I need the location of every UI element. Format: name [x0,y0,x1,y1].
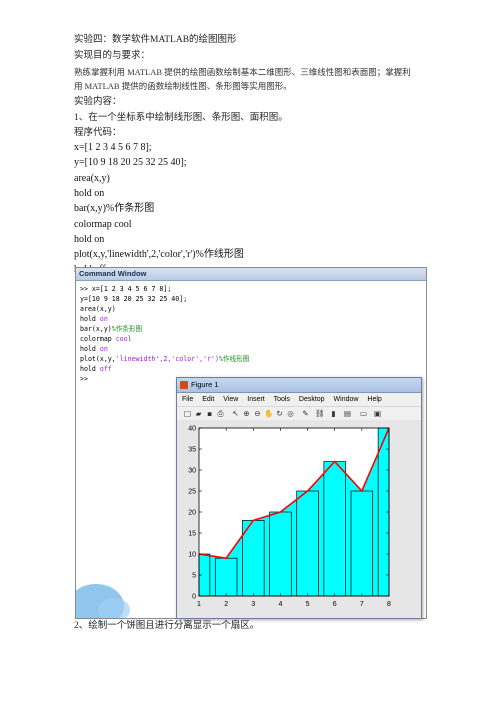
code-line: plot(x,y,'linewidth',2,'color','r')%作线形图 [74,249,244,260]
command-line: hold off [80,364,112,374]
item-2: 2、绘制一个饼图且进行分离显示一个扇区。 [74,621,260,631]
bar [350,490,374,597]
code-line: x=[1 2 3 4 5 6 7 8]; [74,142,152,153]
x-tick-label: 6 [333,601,337,608]
doc-title: 实验四：数学软件MATLAB的绘图图形 [74,35,237,45]
x-tick-label: 3 [251,601,255,608]
code-line: area(x,y) [74,173,110,184]
y-tick-label: 30 [188,468,196,475]
zoom-in-icon[interactable]: ⊕ [242,409,251,418]
command-prompt: >> [80,285,92,293]
x-tick-label: 2 [224,601,228,608]
command-line: hold on [80,344,108,354]
pointer-icon[interactable]: ↖ [231,409,240,418]
bar [323,461,346,597]
bar [269,511,292,597]
code-line: y=[10 9 18 20 25 32 25 40]; [74,157,187,168]
y-tick-label: 5 [192,573,196,580]
rotate-icon[interactable]: ↻ [275,409,284,418]
command-text: hold [80,345,100,353]
command-text: hold [80,315,100,323]
command-keyword: on [99,345,108,353]
pan-icon[interactable]: ✋ [264,409,273,418]
y-tick-label: 25 [188,489,196,496]
code-heading: 程序代码： [74,128,122,138]
save-icon[interactable]: ▪ [205,409,214,418]
show-tools-icon[interactable]: ▣ [373,409,382,418]
figure-title-bar[interactable]: Figure 1 [177,378,421,393]
x-tick-label: 5 [306,601,310,608]
matlab-logo-icon [180,381,188,389]
command-line: bar(x,y)%作条形图 [80,324,142,334]
legend-icon[interactable]: ▤ [343,409,352,418]
command-text: area(x,y) [80,305,116,313]
y-tick-label: 15 [188,531,196,538]
command-text: bar(x,y) [80,325,112,333]
hide-tools-icon[interactable]: ▭ [359,409,368,418]
command-window-title: Command Window [76,268,426,281]
code-line: hold on [74,234,105,245]
open-folder-icon[interactable]: ▰ [194,409,203,418]
command-keyword: cool [115,335,132,343]
menu-insert[interactable]: Insert [247,396,265,403]
menu-edit[interactable]: Edit [202,396,214,403]
command-line: y=[10 9 18 20 25 32 25 40]; [80,294,187,304]
menu-tools[interactable]: Tools [274,396,290,403]
menu-window[interactable]: Window [334,396,359,403]
command-text: hold [80,365,100,373]
bar [296,490,319,597]
y-tick-label: 35 [188,447,196,454]
command-line: plot(x,y,'linewidth',2,'color','r')%作线形图 [80,354,249,364]
x-tick-label: 4 [278,601,282,608]
command-line: colormap cool [80,334,132,344]
purpose-heading: 实现目的与要求： [74,51,151,61]
x-tick-label: 7 [360,601,364,608]
command-keyword: on [99,315,108,323]
item-1: 1、在一个坐标系中绘制线形图、条形图、面积图。 [74,113,288,123]
new-file-icon[interactable]: □ [183,409,192,418]
y-tick-label: 20 [188,510,196,517]
bar-chart: 0 5 10 15 20 25 30 35 40 1 2 3 4 5 6 7 8 [188,426,391,609]
figure-window[interactable]: Figure 1 File Edit View Insert Tools Des… [176,377,422,619]
command-comment: %作条形图 [111,325,143,333]
command-comment: %作线形图 [218,355,250,363]
command-keyword: off [99,365,112,373]
y-tick-label: 40 [188,426,196,433]
colorbar-icon[interactable]: ▮ [329,409,338,418]
menu-desktop[interactable]: Desktop [299,396,325,403]
content-heading: 实验内容： [74,97,122,107]
command-prompt: >> [80,375,88,383]
figure-menubar: File Edit View Insert Tools Desktop Wind… [177,393,421,406]
code-line: colormap cool [74,219,132,230]
command-string: 'linewidth',2,'color','r') [115,355,219,363]
menu-help[interactable]: Help [367,396,381,403]
print-icon[interactable]: ⎙ [216,409,225,418]
code-line: hold on [74,188,105,199]
figure-title: Figure 1 [191,380,219,389]
command-text: y=[10 9 18 20 25 32 25 40]; [80,295,188,303]
bar [214,557,238,597]
y-tick-label: 10 [188,552,196,559]
command-line: area(x,y) [80,304,116,314]
purpose-text-1: 熟练掌握利用 MATLAB 提供的绘图函数绘制基本二维图形、三维线性图和表面图；… [74,67,411,77]
command-text: x=[1 2 3 4 5 6 7 8]; [91,285,172,293]
desktop-background-graphic [76,584,130,618]
plot-area: 0 5 10 15 20 25 30 35 40 1 2 3 4 5 6 7 8 [177,420,421,618]
x-tick-label: 1 [197,601,201,608]
command-line: >> [80,374,88,384]
code-line: bar(x,y)%作条形图 [74,203,155,214]
zoom-out-icon[interactable]: ⊖ [253,409,262,418]
purpose-text-2: 用 MATLAB 提供的函数绘制线性图、条形图等实用图形。 [74,81,292,91]
command-line: hold on [80,314,108,324]
command-line: >> x=[1 2 3 4 5 6 7 8]; [80,284,171,294]
y-tick-label: 0 [192,594,196,601]
data-cursor-icon[interactable]: ◎ [286,409,295,418]
x-tick-label: 8 [387,601,391,608]
menu-file[interactable]: File [182,396,193,403]
link-icon[interactable]: ⛓ [315,409,325,418]
menu-view[interactable]: View [223,396,238,403]
brush-icon[interactable]: ✎ [301,409,310,418]
command-text: colormap [80,335,116,343]
command-text: plot(x,y, [80,355,116,363]
